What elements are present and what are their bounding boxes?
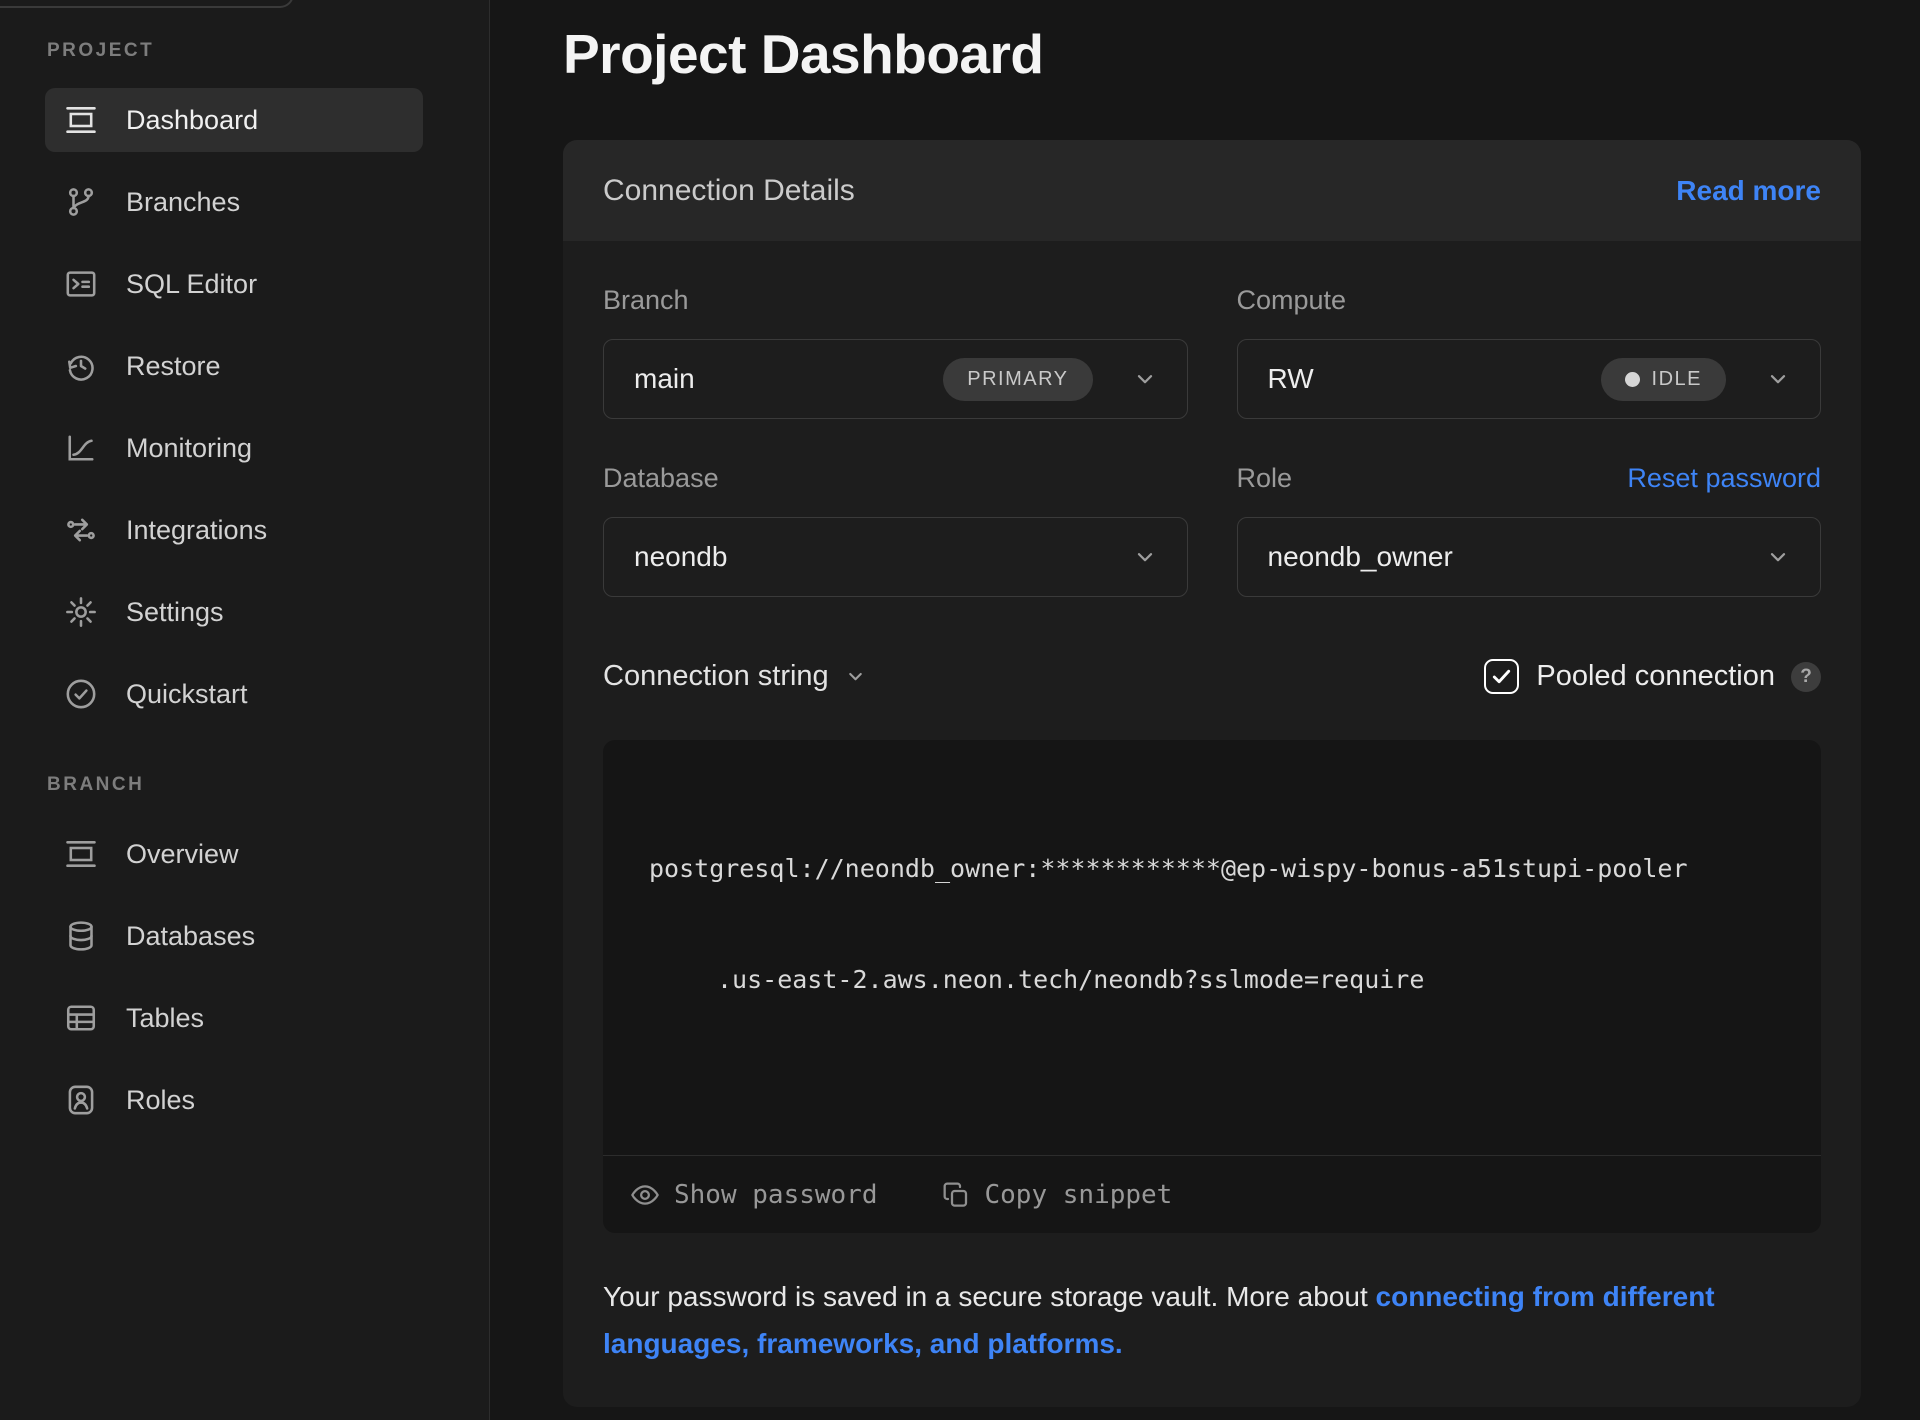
- read-more-link[interactable]: Read more: [1676, 175, 1821, 207]
- connection-details-card: Connection Details Read more Branch main…: [563, 140, 1861, 1407]
- code-line-2: .us-east-2.aws.neon.tech/neondb?sslmode=…: [603, 961, 1821, 998]
- compute-value: RW: [1268, 363, 1314, 395]
- tables-icon: [61, 998, 101, 1038]
- branch-select[interactable]: main PRIMARY: [603, 339, 1188, 419]
- dashboard-icon: [61, 100, 101, 140]
- pooled-connection-label: Pooled connection: [1536, 660, 1775, 693]
- sidebar-item-settings[interactable]: Settings: [45, 580, 423, 644]
- settings-icon: [61, 592, 101, 632]
- idle-status-dot: [1625, 372, 1640, 387]
- roles-icon: [61, 1080, 101, 1120]
- branches-icon: [61, 182, 101, 222]
- role-label: Role: [1237, 463, 1293, 494]
- sidebar-item-label: Roles: [126, 1085, 195, 1116]
- sidebar-item-branches[interactable]: Branches: [45, 170, 423, 234]
- sidebar-item-label: Tables: [126, 1003, 204, 1034]
- sql-editor-icon: [61, 264, 101, 304]
- connection-string-dropdown[interactable]: Connection string: [603, 660, 866, 693]
- reset-password-link[interactable]: Reset password: [1627, 463, 1821, 494]
- sidebar-item-integrations[interactable]: Integrations: [45, 498, 423, 562]
- sidebar-item-label: Overview: [126, 839, 239, 870]
- pooled-connection-group: Pooled connection ?: [1484, 659, 1821, 694]
- compute-select[interactable]: RW IDLE: [1237, 339, 1822, 419]
- sidebar-item-label: Branches: [126, 187, 240, 218]
- sidebar-item-roles[interactable]: Roles: [45, 1068, 423, 1132]
- sidebar-item-label: Settings: [126, 597, 224, 628]
- sidebar: PROJECT Dashboard Branches SQL Editor: [0, 0, 490, 1420]
- card-title: Connection Details: [603, 174, 855, 208]
- eye-icon: [629, 1179, 661, 1211]
- database-field: Database neondb: [603, 461, 1188, 597]
- database-value: neondb: [634, 541, 727, 573]
- branch-label: Branch: [603, 285, 689, 316]
- monitoring-icon: [61, 428, 101, 468]
- sidebar-item-restore[interactable]: Restore: [45, 334, 423, 398]
- restore-icon: [61, 346, 101, 386]
- overview-icon: [61, 834, 101, 874]
- sidebar-top-divider: [0, 0, 294, 8]
- sidebar-item-monitoring[interactable]: Monitoring: [45, 416, 423, 480]
- password-vault-note: Your password is saved in a secure stora…: [603, 1273, 1821, 1367]
- sidebar-item-label: Integrations: [126, 515, 267, 546]
- role-select[interactable]: neondb_owner: [1237, 517, 1822, 597]
- branch-value: main: [634, 363, 695, 395]
- sidebar-item-dashboard[interactable]: Dashboard: [45, 88, 423, 152]
- sidebar-item-overview[interactable]: Overview: [45, 822, 423, 886]
- compute-label: Compute: [1237, 285, 1347, 316]
- branch-field: Branch main PRIMARY: [603, 283, 1188, 419]
- connection-string-label: Connection string: [603, 660, 829, 693]
- sidebar-item-label: Restore: [126, 351, 221, 382]
- connection-string-code-block: postgresql://neondb_owner:************@e…: [603, 740, 1821, 1233]
- sidebar-item-quickstart[interactable]: Quickstart: [45, 662, 423, 726]
- idle-badge: IDLE: [1601, 358, 1726, 401]
- password-vault-text: Your password is saved in a secure stora…: [603, 1281, 1376, 1312]
- databases-icon: [61, 916, 101, 956]
- sidebar-item-databases[interactable]: Databases: [45, 904, 423, 968]
- main-content: Project Dashboard Connection Details Rea…: [490, 0, 1920, 1420]
- role-field: Role Reset password neondb_owner: [1237, 461, 1822, 597]
- copy-icon: [940, 1179, 972, 1211]
- sidebar-item-label: Dashboard: [126, 105, 258, 136]
- sidebar-item-sql-editor[interactable]: SQL Editor: [45, 252, 423, 316]
- card-header: Connection Details Read more: [563, 140, 1861, 241]
- compute-field: Compute RW IDLE: [1237, 283, 1822, 419]
- code-line-1: postgresql://neondb_owner:************@e…: [603, 850, 1821, 887]
- help-icon[interactable]: ?: [1791, 662, 1821, 692]
- sidebar-section-branch-label: BRANCH: [47, 774, 489, 796]
- database-label: Database: [603, 463, 719, 494]
- card-body: Branch main PRIMARY: [563, 241, 1861, 1407]
- copy-snippet-button[interactable]: Copy snippet: [940, 1179, 1173, 1211]
- pooled-connection-checkbox[interactable]: [1484, 659, 1519, 694]
- chevron-down-icon: [1766, 367, 1790, 391]
- sidebar-item-tables[interactable]: Tables: [45, 986, 423, 1050]
- chevron-down-icon: [1766, 545, 1790, 569]
- show-password-button[interactable]: Show password: [629, 1179, 878, 1211]
- page-title: Project Dashboard: [563, 22, 1861, 86]
- sidebar-section-project-label: PROJECT: [47, 40, 489, 62]
- code-actions-bar: Show password Copy snippet: [603, 1155, 1821, 1233]
- chevron-down-icon: [845, 666, 866, 687]
- chevron-down-icon: [1133, 545, 1157, 569]
- database-select[interactable]: neondb: [603, 517, 1188, 597]
- chevron-down-icon: [1133, 367, 1157, 391]
- connection-string-value: postgresql://neondb_owner:************@e…: [603, 740, 1821, 1072]
- checkmark-icon: [1490, 665, 1513, 688]
- role-value: neondb_owner: [1268, 541, 1453, 573]
- quickstart-icon: [61, 674, 101, 714]
- sidebar-item-label: SQL Editor: [126, 269, 257, 300]
- sidebar-item-label: Quickstart: [126, 679, 248, 710]
- primary-badge: PRIMARY: [943, 358, 1092, 401]
- integrations-icon: [61, 510, 101, 550]
- sidebar-item-label: Monitoring: [126, 433, 252, 464]
- connection-string-row: Connection string Pooled connection ?: [603, 659, 1821, 694]
- sidebar-item-label: Databases: [126, 921, 255, 952]
